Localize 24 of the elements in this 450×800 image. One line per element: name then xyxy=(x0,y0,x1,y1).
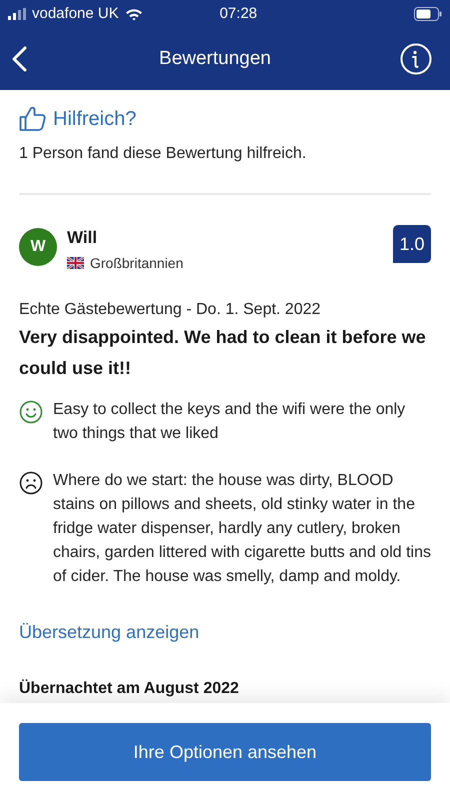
score-badge: 1.0 xyxy=(393,225,431,263)
flag-icon xyxy=(67,257,84,269)
translate-link[interactable]: Übersetzung anzeigen xyxy=(19,618,431,646)
negative-comment: Where do we start: the house was dirty, BLOOD stains on pillows and sheets, old stinky water in the fridge water dispenser, hardly any cutlery, broken chairs, garden littered with cigarette butts and old tins of cider. The house was smelly, damp and moldy. xyxy=(53,470,431,586)
positive-comment: Easy to collect the keys and the wifi were the only two things that we liked xyxy=(53,400,406,444)
clock-time: 07:28 xyxy=(220,4,258,24)
helpful-link[interactable]: Hilfreich? xyxy=(53,104,136,134)
reviewer-country: Großbritannien xyxy=(90,254,184,272)
signal-icon xyxy=(8,8,28,20)
view-options-button[interactable]: Ihre Optionen ansehen xyxy=(19,723,431,781)
screen-title: Bewertungen xyxy=(159,46,271,71)
review-date: Echte Gästebewertung - Do. 1. Sept. 2022 xyxy=(19,300,322,320)
thumbs-up-icon xyxy=(19,106,47,132)
reviewer-name: Will xyxy=(67,227,98,249)
frown-icon xyxy=(19,470,43,494)
carrier-name: vodafone UK xyxy=(32,4,119,24)
smiley-icon xyxy=(19,400,43,424)
wifi-icon xyxy=(124,8,143,20)
battery-icon xyxy=(414,7,442,21)
helpful-count-text: 1 Person fand diese Bewertung hilfreich. xyxy=(19,144,308,164)
review-title: Very disappointed. We had to clean it before we could use it!! xyxy=(19,326,427,380)
stay-date: Übernachtet am August 2022 xyxy=(19,680,240,698)
info-icon[interactable] xyxy=(400,43,432,75)
avatar: W xyxy=(19,228,57,266)
